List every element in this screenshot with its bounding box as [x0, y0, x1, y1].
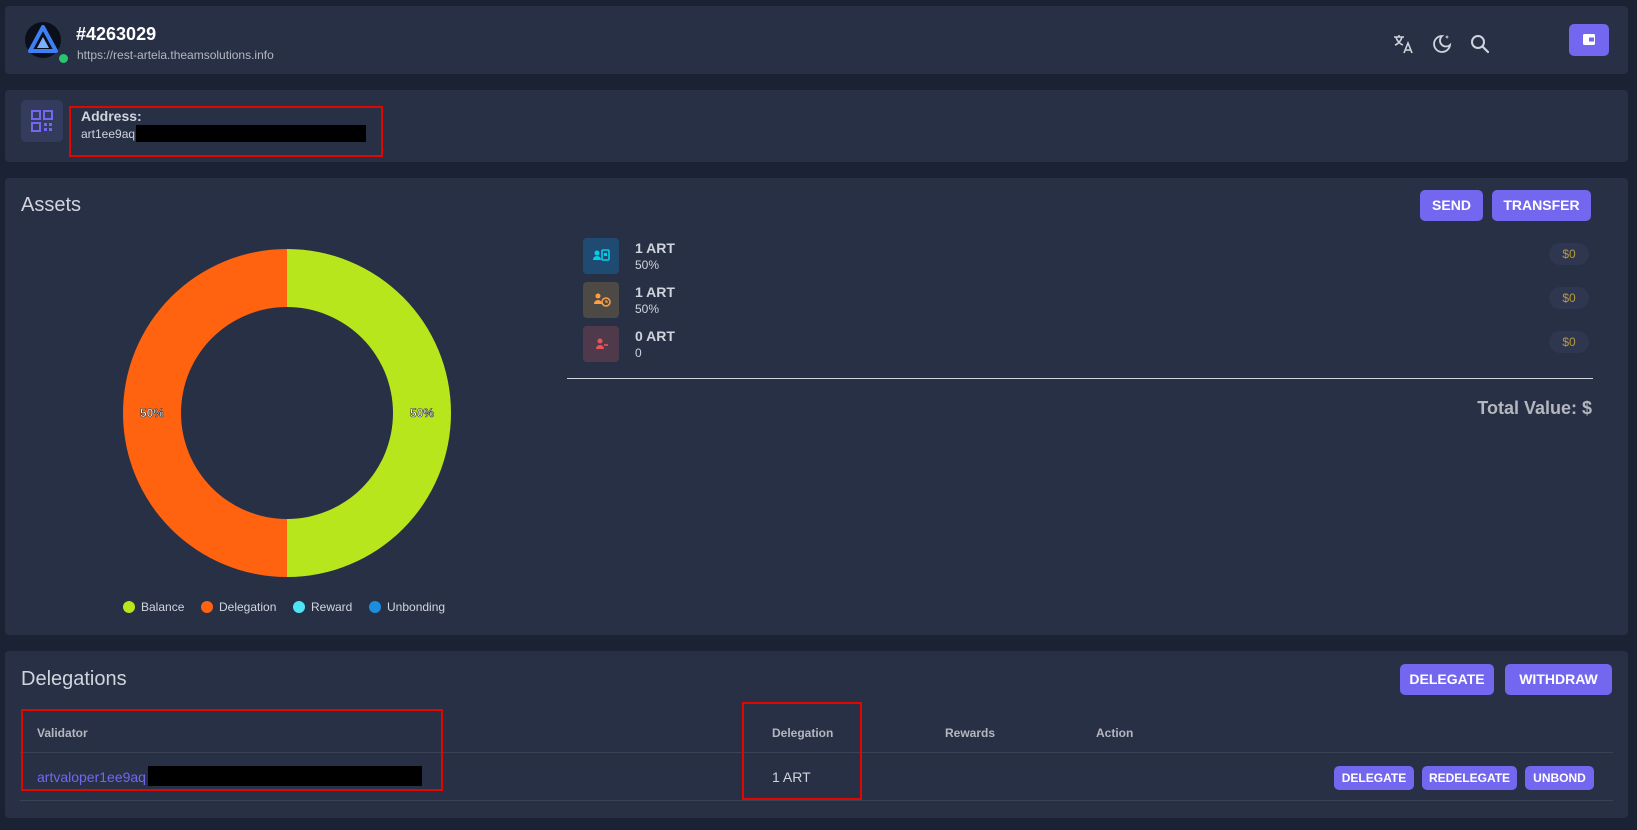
legend-reward-label: Reward	[311, 600, 353, 614]
column-header-action: Action	[1096, 726, 1134, 740]
delegate-button[interactable]: DELEGATE	[1400, 664, 1494, 695]
asset-amount: 1 ART	[635, 284, 675, 300]
row-delegate-button[interactable]: DELEGATE	[1334, 766, 1414, 790]
search-icon[interactable]	[1468, 32, 1492, 56]
legend-unbonding-swatch	[369, 601, 381, 613]
total-value: Total Value: $	[1477, 398, 1592, 418]
assets-donut-chart: 50% 50%	[123, 249, 451, 577]
asset-row-delegation: 1 ART 50% $0	[583, 282, 1593, 318]
legend-balance-swatch	[123, 601, 135, 613]
row-redelegate-button[interactable]: REDELEGATE	[1422, 766, 1517, 790]
legend-delegation-label: Delegation	[219, 600, 277, 614]
delegations-title: Delegations	[21, 668, 127, 690]
legend-delegation-swatch	[201, 601, 213, 613]
legend-unbonding-label: Unbonding	[387, 600, 446, 614]
legend-delegation[interactable]: Delegation	[201, 600, 276, 614]
dark-mode-icon[interactable]	[1430, 32, 1454, 56]
assets-divider	[567, 378, 1593, 379]
legend-reward[interactable]: Reward	[293, 600, 352, 614]
asset-percent: 50%	[635, 258, 660, 272]
rpc-endpoint-url[interactable]: https://rest-artela.theamsolutions.info	[77, 48, 274, 62]
send-button[interactable]: SEND	[1420, 190, 1483, 221]
asset-percent: 0	[635, 346, 642, 360]
table-row-divider	[20, 800, 1613, 801]
column-header-rewards: Rewards	[945, 726, 996, 740]
unbonding-user-icon	[583, 326, 619, 362]
row-unbond-button[interactable]: UNBOND	[1525, 766, 1594, 790]
legend-balance-label: Balance	[141, 600, 185, 614]
assets-title: Assets	[21, 194, 82, 216]
wallet-icon	[1583, 34, 1595, 45]
withdraw-button[interactable]: WITHDRAW	[1505, 664, 1612, 695]
online-status-dot	[57, 52, 70, 65]
asset-amount: 0 ART	[635, 328, 675, 344]
asset-percent: 50%	[635, 302, 660, 316]
transfer-button[interactable]: TRANSFER	[1492, 190, 1591, 221]
asset-row-balance: 1 ART 50% $0	[583, 238, 1593, 274]
block-height-title: #4263029	[76, 24, 157, 44]
asset-value-badge: $0	[1549, 331, 1589, 353]
legend-unbonding[interactable]: Unbonding	[369, 600, 445, 614]
donut-label-balance: 50%	[410, 406, 434, 420]
chain-logo	[25, 22, 61, 58]
highlight-box-validator	[21, 709, 443, 791]
asset-row-unbonding: 0 ART 0 $0	[583, 326, 1593, 362]
top-header: #4263029 https://rest-artela.theamsoluti…	[5, 6, 1628, 74]
wallet-button[interactable]	[1569, 24, 1609, 56]
translate-icon[interactable]	[1391, 32, 1415, 56]
qr-code-icon	[31, 110, 53, 132]
legend-balance[interactable]: Balance	[123, 600, 184, 614]
asset-value-badge: $0	[1549, 243, 1589, 265]
balance-icon	[583, 238, 619, 274]
qr-code-button[interactable]	[21, 100, 63, 142]
highlight-box-delegation	[742, 702, 862, 800]
asset-value-badge: $0	[1549, 287, 1589, 309]
highlight-box-address	[69, 106, 383, 157]
asset-amount: 1 ART	[635, 240, 675, 256]
legend-reward-swatch	[293, 601, 305, 613]
donut-label-delegation: 50%	[140, 406, 164, 420]
delegation-clock-icon	[583, 282, 619, 318]
